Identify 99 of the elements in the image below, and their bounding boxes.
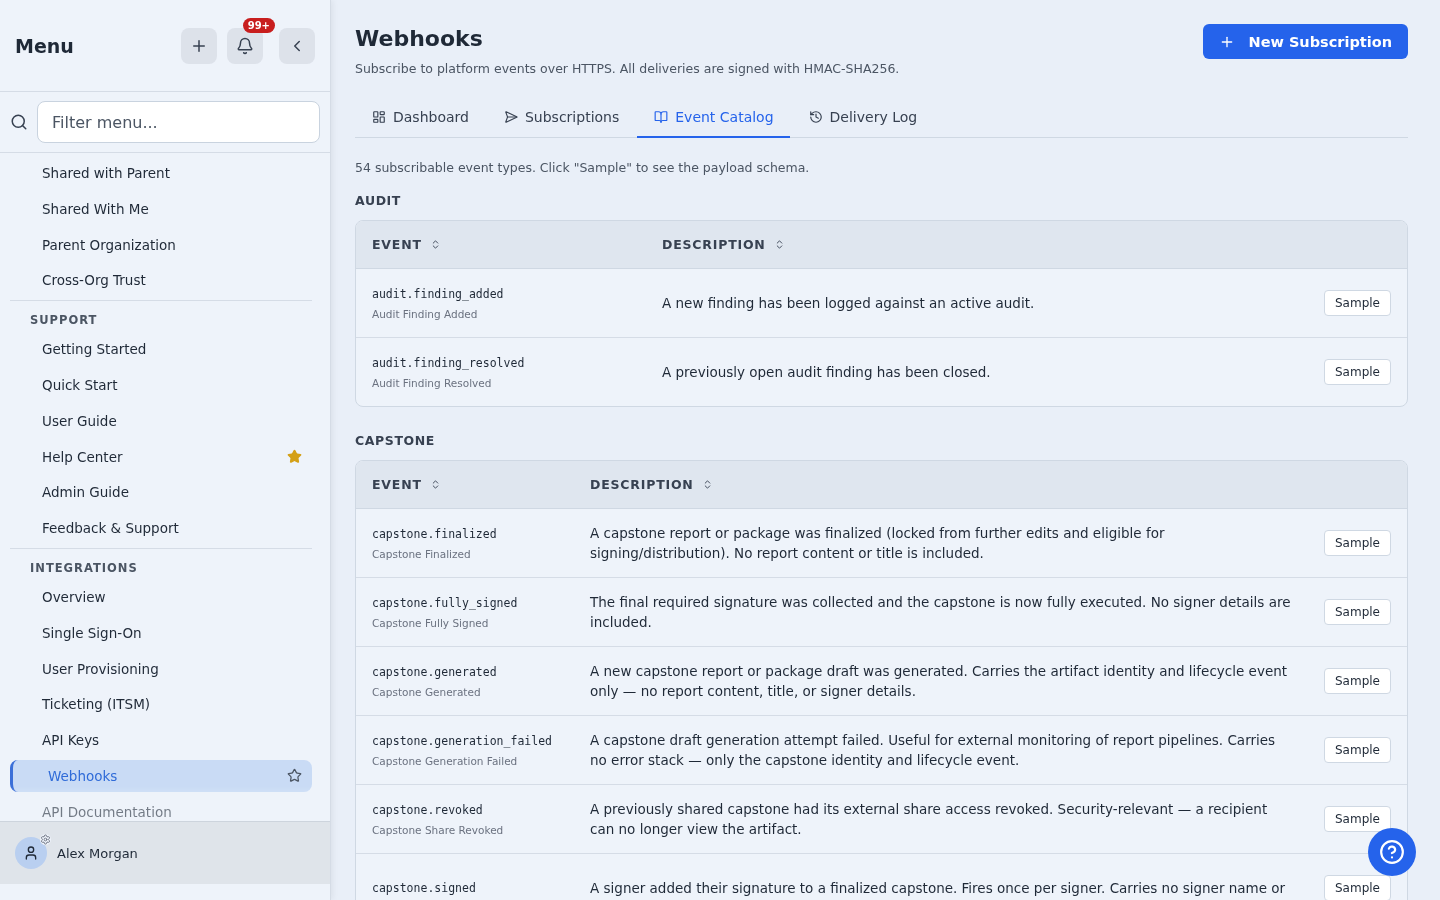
notifications-button[interactable] <box>227 27 263 64</box>
book-icon <box>654 110 669 124</box>
menu-item-label: Quick Start <box>42 377 119 393</box>
event-label: Capstone Generated <box>372 685 482 698</box>
menu-item-label: API Keys <box>42 732 101 749</box>
menu-item-label: Shared With Me <box>42 200 150 217</box>
menu-item[interactable]: Shared With Me <box>10 192 312 225</box>
menu-item-label: API Documentation <box>42 803 173 820</box>
page-title: Webhooks <box>355 26 484 51</box>
menu-item[interactable]: Overview <box>10 580 312 613</box>
tab[interactable]: Delivery Log <box>791 98 934 138</box>
group-heading: AUDIT <box>355 193 402 208</box>
menu-item-label: Help Center <box>42 448 124 465</box>
menu-item-label: Admin Guide <box>42 484 130 501</box>
dashboard-icon <box>372 110 386 124</box>
filter-field[interactable]: Filter menu... <box>37 101 320 143</box>
menu-title: Menu <box>15 34 75 57</box>
person-icon <box>23 845 39 861</box>
section-heading: INTEGRATIONS <box>29 559 139 577</box>
event-name: capstone.fully_signed <box>372 595 519 610</box>
event-name: audit.finding_resolved <box>372 355 526 370</box>
new-subscription-button[interactable]: New Subscription <box>1202 24 1408 59</box>
section-heading: SUPPORT <box>29 312 99 330</box>
event-label: Capstone Generation Failed <box>372 754 519 767</box>
menu-item[interactable]: Help Center <box>10 440 312 473</box>
menu-item[interactable]: Parent Organization <box>10 228 312 261</box>
history-icon <box>808 110 823 124</box>
menu-item[interactable]: Shared with Parent <box>10 157 312 189</box>
event-name: capstone.revoked <box>372 802 484 817</box>
sample-button[interactable]: Sample <box>1324 806 1391 832</box>
menu-item-label: User Provisioning <box>42 660 160 677</box>
group-heading: CAPSTONE <box>355 433 436 448</box>
menu-item[interactable]: User Provisioning <box>10 652 312 685</box>
star-icon[interactable] <box>287 449 302 465</box>
menu-item-label: Parent Organization <box>42 236 177 253</box>
event-name: capstone.signed <box>372 881 477 895</box>
column-header[interactable]: DESCRIPTION <box>574 461 1308 509</box>
menu-item-label: Feedback & Support <box>42 520 180 537</box>
tab[interactable]: Dashboard <box>355 98 485 138</box>
event-description: A capstone draft generation attempt failed. Useful for external monitoring of report pipelines. Carries no error stack — only the capstone identity and lifecycle event. <box>590 731 1277 770</box>
event-description: A new capstone report or package draft was generated. Carries the artifact identity and lifecycle event only — no report content, title, or signer details. <box>590 662 1289 701</box>
intro-text: 54 subscribable event types. Click "Sample" to see the payload schema. <box>355 160 811 175</box>
menu-item-label: User Guide <box>42 412 118 429</box>
sample-button[interactable]: Sample <box>1324 737 1391 763</box>
menu-item-label: Getting Started <box>42 341 148 358</box>
event-label: Capstone Finalized <box>372 547 472 560</box>
settings-icon[interactable] <box>40 834 51 845</box>
add-button[interactable] <box>181 27 217 64</box>
search-icon <box>10 113 28 131</box>
menu-item-label: Overview <box>42 588 107 605</box>
event-name: capstone.finalized <box>372 526 498 541</box>
sample-button[interactable]: Sample <box>1324 290 1391 316</box>
sample-button[interactable]: Sample <box>1324 668 1391 694</box>
sample-button[interactable]: Sample <box>1324 599 1391 625</box>
event-description: A new finding has been logged against an active audit. <box>662 294 1036 313</box>
page-subtitle: Subscribe to platform events over HTTPS. All deliveries are signed with HMAC-SHA256. <box>355 61 901 76</box>
sample-button[interactable]: Sample <box>1324 359 1391 385</box>
event-label: Capstone Fully Signed <box>372 616 490 629</box>
user-name: Alex Morgan <box>57 845 138 861</box>
help-icon <box>1379 839 1405 865</box>
menu-item[interactable]: Getting Started <box>10 333 312 366</box>
sample-button[interactable]: Sample <box>1324 530 1391 556</box>
menu-item-label: Single Sign-On <box>42 624 143 641</box>
menu-item[interactable]: API Documentation <box>10 795 312 821</box>
send-icon <box>503 110 518 124</box>
event-label: Audit Finding Added <box>372 307 479 320</box>
menu-item[interactable]: User Guide <box>10 404 312 437</box>
tab[interactable]: Event Catalog <box>637 98 790 138</box>
event-description: A previously shared capstone had its external share access revoked. Security-relevant — a recipient can no longer view the artifact. <box>590 800 1269 839</box>
menu-item[interactable]: Quick Start <box>10 369 312 401</box>
menu-item[interactable]: Admin Guide <box>10 476 312 509</box>
user-bar[interactable]: Alex Morgan <box>0 821 330 884</box>
menu-item[interactable]: Feedback & Support <box>10 512 312 545</box>
menu-item[interactable]: API Keys <box>10 724 312 757</box>
event-description: A signer added their signature to a finalized capstone. Fires once per signer. Carries no signer name or <box>590 879 1287 898</box>
column-header[interactable]: DESCRIPTION <box>646 221 1308 269</box>
column-header[interactable]: EVENT <box>356 221 646 269</box>
event-label: Capstone Share Revoked <box>372 823 505 836</box>
event-description: A capstone report or package was finalized (locked from further edits and eligible for signing/distribution). No report content or title is included. <box>590 524 1166 563</box>
menu-item[interactable]: Single Sign-On <box>10 616 312 649</box>
menu-item-label: Ticketing (ITSM) <box>42 696 152 713</box>
event-description: A previously open audit finding has been closed. <box>662 363 992 382</box>
menu-item-label: Shared with Parent <box>42 165 171 181</box>
event-name: capstone.generation_failed <box>372 733 553 748</box>
event-label: Audit Finding Resolved <box>372 376 493 389</box>
tab[interactable]: Subscriptions <box>486 98 636 138</box>
notification-badge: 99+ <box>242 17 275 33</box>
event-name: capstone.generated <box>372 664 498 679</box>
bell-icon <box>236 36 254 55</box>
event-name: audit.finding_added <box>372 286 505 301</box>
menu-item[interactable]: Ticketing (ITSM) <box>10 688 312 721</box>
star-icon[interactable] <box>287 768 302 784</box>
menu-item-label: Webhooks <box>48 767 119 784</box>
menu-item[interactable]: Webhooks <box>10 759 312 792</box>
menu-item[interactable]: Cross-Org Trust <box>10 264 312 297</box>
menu-item-label: Cross-Org Trust <box>42 272 147 289</box>
sample-button[interactable]: Sample <box>1324 875 1391 900</box>
column-header[interactable]: EVENT <box>356 461 574 509</box>
event-description: The final required signature was collected and the capstone is now fully executed. No signer details are included. <box>590 593 1292 632</box>
